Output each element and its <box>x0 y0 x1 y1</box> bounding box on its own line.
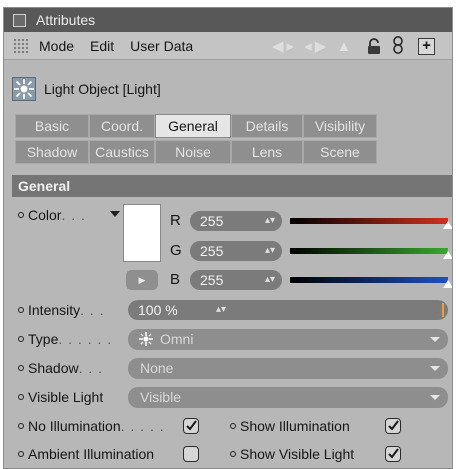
navigation-arrows-icon[interactable]: ◀▸ ◂▶ ▲ <box>272 37 354 55</box>
link-icon[interactable] <box>392 35 404 55</box>
b-slider-handle[interactable] <box>443 280 452 288</box>
show-illumination-label: Show Illumination <box>230 418 350 434</box>
object-name: Light Object [Light] <box>44 81 161 97</box>
ambient-illumination-checkbox[interactable] <box>183 446 199 462</box>
animation-dot-icon[interactable] <box>18 423 24 429</box>
animation-dot-icon[interactable] <box>18 394 24 400</box>
menu-bar: Mode Edit User Data ◀▸ ◂▶ ▲ + <box>4 32 452 60</box>
window-titlebar: Attributes <box>4 8 452 32</box>
type-label: Type. . . . . . <box>18 331 112 347</box>
section-header-general: General <box>12 175 452 197</box>
omni-light-icon <box>139 332 153 346</box>
tab-lens[interactable]: Lens <box>231 140 303 164</box>
color-menu-arrow-icon[interactable] <box>110 211 120 217</box>
checkmark-icon <box>186 420 197 431</box>
animation-dot-icon[interactable] <box>18 307 24 313</box>
checkmark-icon <box>388 420 399 431</box>
animation-dot-icon[interactable] <box>230 423 236 429</box>
chevron-down-icon <box>430 366 440 371</box>
tab-details[interactable]: Details <box>231 114 303 138</box>
color-expand-button[interactable]: ▶ <box>126 270 158 290</box>
no-illumination-label: No Illumination. . . . . <box>18 418 165 434</box>
menu-mode[interactable]: Mode <box>39 38 74 54</box>
spinner-icon[interactable]: ▴▾ <box>265 241 275 261</box>
tab-visibility[interactable]: Visibility <box>303 114 377 138</box>
no-illumination-checkbox[interactable] <box>183 418 199 434</box>
shadow-label: Shadow. . . <box>18 360 103 376</box>
r-slider[interactable] <box>290 218 448 224</box>
tab-coord[interactable]: Coord. <box>89 114 155 138</box>
animation-dot-icon[interactable] <box>18 212 24 218</box>
tab-noise[interactable]: Noise <box>155 140 231 164</box>
g-label: G <box>170 242 182 259</box>
show-visible-light-label: Show Visible Light <box>230 446 354 462</box>
color-swatch[interactable] <box>123 204 161 262</box>
checkmark-icon <box>388 448 399 459</box>
window-title: Attributes <box>36 12 96 28</box>
show-illumination-checkbox[interactable] <box>385 418 401 434</box>
menu-user-data[interactable]: User Data <box>130 38 193 54</box>
visible-light-dropdown[interactable]: Visible <box>128 387 448 408</box>
b-label: B <box>170 271 181 288</box>
spinner-icon[interactable]: ▴▾ <box>265 270 275 290</box>
r-label: R <box>170 212 181 229</box>
animation-dot-icon[interactable] <box>230 451 236 457</box>
r-slider-handle[interactable] <box>443 221 452 229</box>
visible-light-label: Visible Light <box>18 389 103 405</box>
animation-dot-icon[interactable] <box>18 365 24 371</box>
chevron-down-icon <box>430 337 440 342</box>
r-value-field[interactable]: 255 ▴▾ <box>190 211 282 231</box>
g-slider-handle[interactable] <box>443 251 452 259</box>
object-header: Light Object [Light] <box>4 76 452 102</box>
animation-dot-icon[interactable] <box>18 451 24 457</box>
spinner-icon[interactable]: ▴▾ <box>265 211 275 231</box>
g-slider[interactable] <box>290 248 448 254</box>
tab-scene[interactable]: Scene <box>303 140 377 164</box>
g-value-field[interactable]: 255 ▴▾ <box>190 241 282 261</box>
window-menu-icon[interactable] <box>13 13 26 27</box>
intensity-label: Intensity. . . <box>18 302 105 318</box>
intensity-field[interactable]: 100 % ▴▾ <box>128 300 448 320</box>
tab-general[interactable]: General <box>155 114 231 138</box>
new-panel-icon[interactable]: + <box>418 38 435 55</box>
spinner-icon[interactable]: ▴▾ <box>216 300 226 320</box>
tab-basic[interactable]: Basic <box>15 114 89 138</box>
tab-shadow[interactable]: Shadow <box>15 140 89 164</box>
show-visible-light-checkbox[interactable] <box>385 446 401 462</box>
color-label: Color. . . <box>18 207 86 223</box>
chevron-down-icon <box>430 395 440 400</box>
type-dropdown[interactable]: Omni <box>128 329 448 350</box>
intensity-marker <box>442 303 444 317</box>
b-slider[interactable] <box>290 277 448 283</box>
tab-caustics[interactable]: Caustics <box>89 140 155 164</box>
light-object-icon <box>12 77 36 101</box>
tab-bar: Basic Coord. General Details Visibility … <box>15 114 377 164</box>
lock-icon[interactable] <box>366 38 382 55</box>
ambient-illumination-label: Ambient Illumination <box>18 446 154 462</box>
b-value-field[interactable]: 255 ▴▾ <box>190 270 282 290</box>
attributes-panel: Attributes Mode Edit User Data ◀▸ ◂▶ ▲ +… <box>3 7 453 469</box>
animation-dot-icon[interactable] <box>18 336 24 342</box>
menu-edit[interactable]: Edit <box>90 38 114 54</box>
grip-icon[interactable] <box>13 37 29 54</box>
shadow-dropdown[interactable]: None <box>128 358 448 379</box>
